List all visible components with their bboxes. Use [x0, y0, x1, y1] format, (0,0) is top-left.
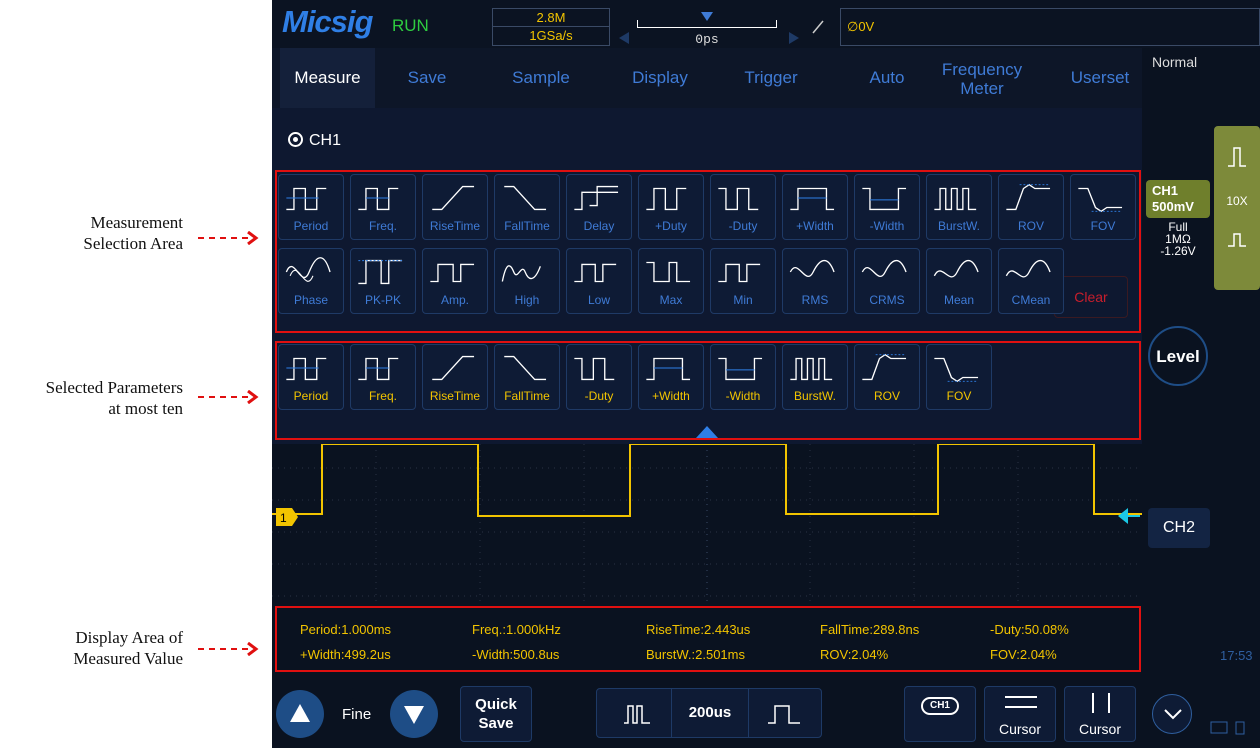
annotation-selection-area: Measurement Selection Area	[20, 212, 183, 254]
ch1-ground-marker-icon: 1	[276, 508, 298, 526]
pulse-up-icon[interactable]	[1226, 146, 1248, 168]
tab-display[interactable]: Display	[610, 48, 710, 108]
quick-save-button[interactable]: Quick Save	[460, 686, 532, 742]
ch1-info[interactable]: CH1 500mV	[1146, 180, 1210, 218]
horizontal-delay: 0ps	[695, 32, 719, 47]
ch2-button[interactable]: CH2	[1148, 508, 1210, 548]
bottom-toolbar: Fine Quick Save 200us CH1 Cursor Cursor	[272, 680, 1260, 748]
level-label: Level	[1156, 347, 1200, 366]
radio-icon	[288, 132, 303, 147]
highlight-selected-params	[275, 341, 1141, 440]
channel-sidebar: 10X CH1 500mV Full 1MΩ -1.26V Level CH2 …	[1142, 108, 1260, 668]
tab-sample[interactable]: Sample	[496, 48, 586, 108]
cursor-vertical-button[interactable]: Cursor	[1064, 686, 1136, 742]
top-status-bar: Micsig RUN 2.8M 1GSa/s 0ps ∅0V	[272, 0, 1260, 48]
run-status[interactable]: RUN	[392, 16, 429, 36]
tab-trigger[interactable]: Trigger	[726, 48, 816, 108]
horizontal-lines-icon	[1005, 696, 1037, 708]
channel-radio[interactable]: CH1	[288, 130, 341, 150]
tab-save[interactable]: Save	[382, 48, 472, 108]
arrow-right-icon	[198, 231, 259, 245]
annotation-selected-params: Selected Parameters at most ten	[0, 377, 183, 419]
cursor-label: Cursor	[998, 721, 1041, 737]
pulse-icon[interactable]	[1226, 232, 1248, 248]
device-status-icon	[1210, 721, 1245, 735]
quick-save-line: Save	[478, 715, 514, 732]
timebase-control: 200us	[596, 688, 822, 738]
ch1-chip-icon: CH1	[921, 697, 959, 715]
wide-pulse-icon[interactable]	[767, 703, 801, 725]
annotation-line: Display Area of	[75, 628, 183, 647]
probe-ratio[interactable]: 10X	[1214, 194, 1260, 208]
timebase-value: 200us	[671, 689, 749, 737]
clock: 17:53	[1220, 648, 1253, 663]
tab-auto[interactable]: Auto	[852, 48, 922, 108]
ch1-offset: -1.26V	[1160, 244, 1196, 258]
trigger-level-marker-icon[interactable]	[1118, 508, 1140, 524]
annotation-line: Measurement	[90, 213, 183, 232]
cursor-label: Cursor	[1078, 721, 1121, 737]
tab-frequency-meter[interactable]: Frequency Meter	[932, 48, 1032, 108]
fine-label[interactable]: Fine	[342, 706, 371, 723]
annotation-line: Selection Area	[83, 234, 183, 253]
memory-depth: 2.8M	[493, 9, 609, 27]
function-menu: Measure Save Sample Display Trigger Auto…	[272, 48, 1142, 108]
vertical-lines-icon	[1092, 693, 1110, 713]
expand-menu-button[interactable]	[1152, 694, 1192, 734]
triangle-down-icon	[404, 706, 424, 724]
tab-userset[interactable]: Userset	[1058, 48, 1142, 108]
ch1-info-scale: 500mV	[1152, 199, 1194, 214]
horizontal-position-bar[interactable]: 0ps	[627, 12, 787, 47]
fine-up-button[interactable]	[276, 690, 324, 738]
cursor-horizontal-button[interactable]: Cursor	[984, 686, 1056, 742]
ch1-chip-button[interactable]: CH1	[904, 686, 976, 742]
quick-save-line: Quick	[475, 696, 517, 713]
level-knob[interactable]: Level	[1148, 326, 1208, 386]
sample-rate: 1GSa/s	[529, 28, 573, 43]
acquisition-mode: Normal	[1152, 54, 1198, 70]
annotation-line: Measured Value	[73, 649, 183, 668]
rising-edge-icon	[812, 20, 824, 34]
svg-text:1: 1	[280, 511, 287, 525]
trigger-level-box[interactable]: ∅0V	[840, 8, 1260, 46]
highlight-measured-values	[275, 606, 1141, 672]
channel-radio-label: CH1	[309, 132, 342, 149]
tab-measure[interactable]: Measure	[280, 48, 375, 108]
ch1-info-name: CH1	[1152, 183, 1179, 198]
triangle-up-icon	[290, 704, 310, 722]
brand-logo: Micsig	[282, 4, 373, 39]
annotation-display-area: Display Area of Measured Value	[20, 627, 183, 669]
annotation-line: at most ten	[108, 399, 183, 418]
probe-panel: 10X	[1214, 126, 1260, 290]
sample-rate-box[interactable]: 2.8M 1GSa/s	[492, 8, 610, 46]
fine-down-button[interactable]	[390, 690, 438, 738]
highlight-selection-area	[275, 170, 1141, 333]
chevron-down-icon	[1164, 709, 1182, 720]
arrow-right-icon	[198, 642, 259, 656]
trigger-position-marker-icon	[701, 12, 713, 21]
narrow-pulse-icon[interactable]	[623, 703, 651, 725]
waveform-display	[272, 444, 1142, 604]
right-triangle-icon[interactable]	[789, 32, 799, 44]
arrow-right-icon	[198, 390, 259, 404]
annotation-line: Selected Parameters	[45, 378, 183, 397]
